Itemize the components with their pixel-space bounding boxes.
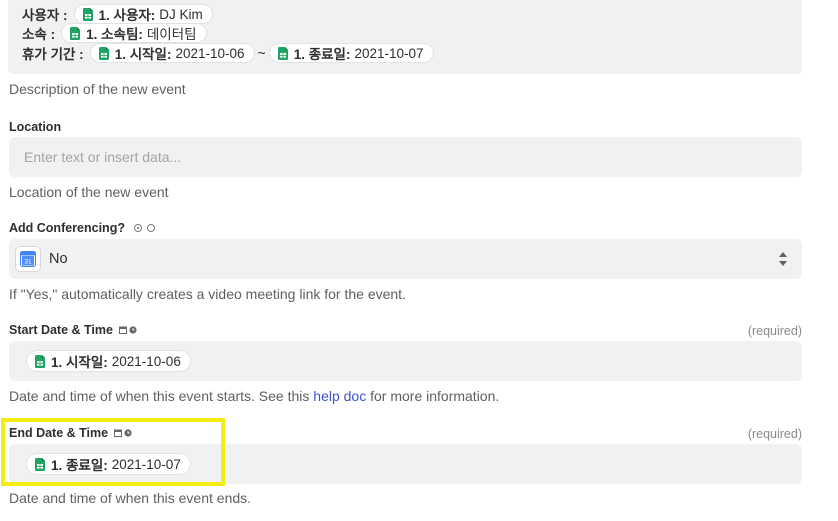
google-sheets-icon <box>35 354 45 368</box>
location-input[interactable]: Enter text or insert data... <box>9 137 802 177</box>
conferencing-help: If "Yes," automatically creates a video … <box>9 286 406 302</box>
conferencing-label: Add Conferencing? <box>9 221 155 235</box>
data-pill-start-date[interactable]: 1. 시작일: 2021-10-06 <box>26 350 191 372</box>
select-chevrons-icon <box>779 252 787 266</box>
calendar-icon <box>118 326 127 334</box>
description-field[interactable]: 사용자 : 1. 사용자: DJ Kim 소속 : 1. 소속팀: 데이터팀 휴… <box>8 0 802 74</box>
start-help-text: Date and time of when this event starts.… <box>9 388 314 404</box>
description-label-user: 사용자 : <box>22 8 68 23</box>
pill-value: 2021-10-06 <box>175 45 245 61</box>
location-placeholder: Enter text or insert data... <box>24 149 182 165</box>
radio-icon <box>146 224 155 232</box>
data-pill-team[interactable]: 1. 소속팀: 데이터팀 <box>61 23 207 43</box>
start-label-text: Start Date & Time <box>9 323 113 337</box>
pill-key: 1. 시작일: <box>51 355 108 370</box>
annotation-highlight-box <box>1 418 225 486</box>
pill-value: 데이터팀 <box>146 27 197 42</box>
range-separator: ~ <box>257 45 266 61</box>
pill-value: DJ Kim <box>159 6 203 22</box>
start-required: (required) <box>747 324 802 338</box>
google-calendar-icon: 31 <box>15 246 41 272</box>
description-label-vacation: 휴가 기간 : <box>22 47 84 62</box>
google-sheets-icon <box>82 7 93 21</box>
description-line-vacation: 휴가 기간 : 1. 시작일: 2021-10-06 ~ 1. 종료일: 202… <box>22 42 434 64</box>
conferencing-label-text: Add Conferencing? <box>9 221 125 235</box>
google-sheets-icon <box>70 26 81 40</box>
google-sheets-icon <box>277 46 288 60</box>
start-label: Start Date & Time <box>9 323 137 337</box>
conferencing-value: No <box>49 251 68 267</box>
pill-value: 2021-10-07 <box>354 45 424 61</box>
pill-key: 1. 시작일: <box>114 47 172 62</box>
data-pill-start[interactable]: 1. 시작일: 2021-10-06 <box>89 43 255 63</box>
datetime-type-icons <box>118 326 137 334</box>
conferencing-type-icons <box>131 224 155 232</box>
clock-icon <box>129 326 137 334</box>
pill-value: 2021-10-06 <box>111 353 181 369</box>
pill-key: 1. 종료일: <box>293 47 351 62</box>
pill-key: 1. 소속팀: <box>86 27 143 42</box>
calendar-day-number: 31 <box>24 259 32 266</box>
location-label: Location <box>9 120 61 134</box>
location-label-text: Location <box>9 120 62 134</box>
radio-icon <box>133 224 142 232</box>
description-label-team: 소속 : <box>22 27 56 42</box>
google-sheets-icon <box>98 46 109 60</box>
data-pill-user[interactable]: 1. 사용자: DJ Kim <box>73 4 213 24</box>
data-pill-end[interactable]: 1. 종료일: 2021-10-07 <box>268 43 434 63</box>
description-line-team: 소속 : 1. 소속팀: 데이터팀 <box>22 22 207 44</box>
help-doc-link[interactable]: help doc <box>313 388 366 404</box>
google-calendar-glyph: 31 <box>20 251 36 267</box>
description-help: Description of the new event <box>9 81 186 97</box>
location-help: Location of the new event <box>9 184 169 200</box>
start-help-text-after: for more information. <box>366 388 500 404</box>
end-help: Date and time of when this event ends. <box>9 490 252 506</box>
conferencing-select[interactable]: 31 No <box>9 239 802 279</box>
start-help: Date and time of when this event starts.… <box>9 388 499 404</box>
start-input[interactable]: 1. 시작일: 2021-10-06 <box>9 341 802 381</box>
pill-key: 1. 사용자: <box>98 8 156 23</box>
end-required: (required) <box>747 427 802 441</box>
